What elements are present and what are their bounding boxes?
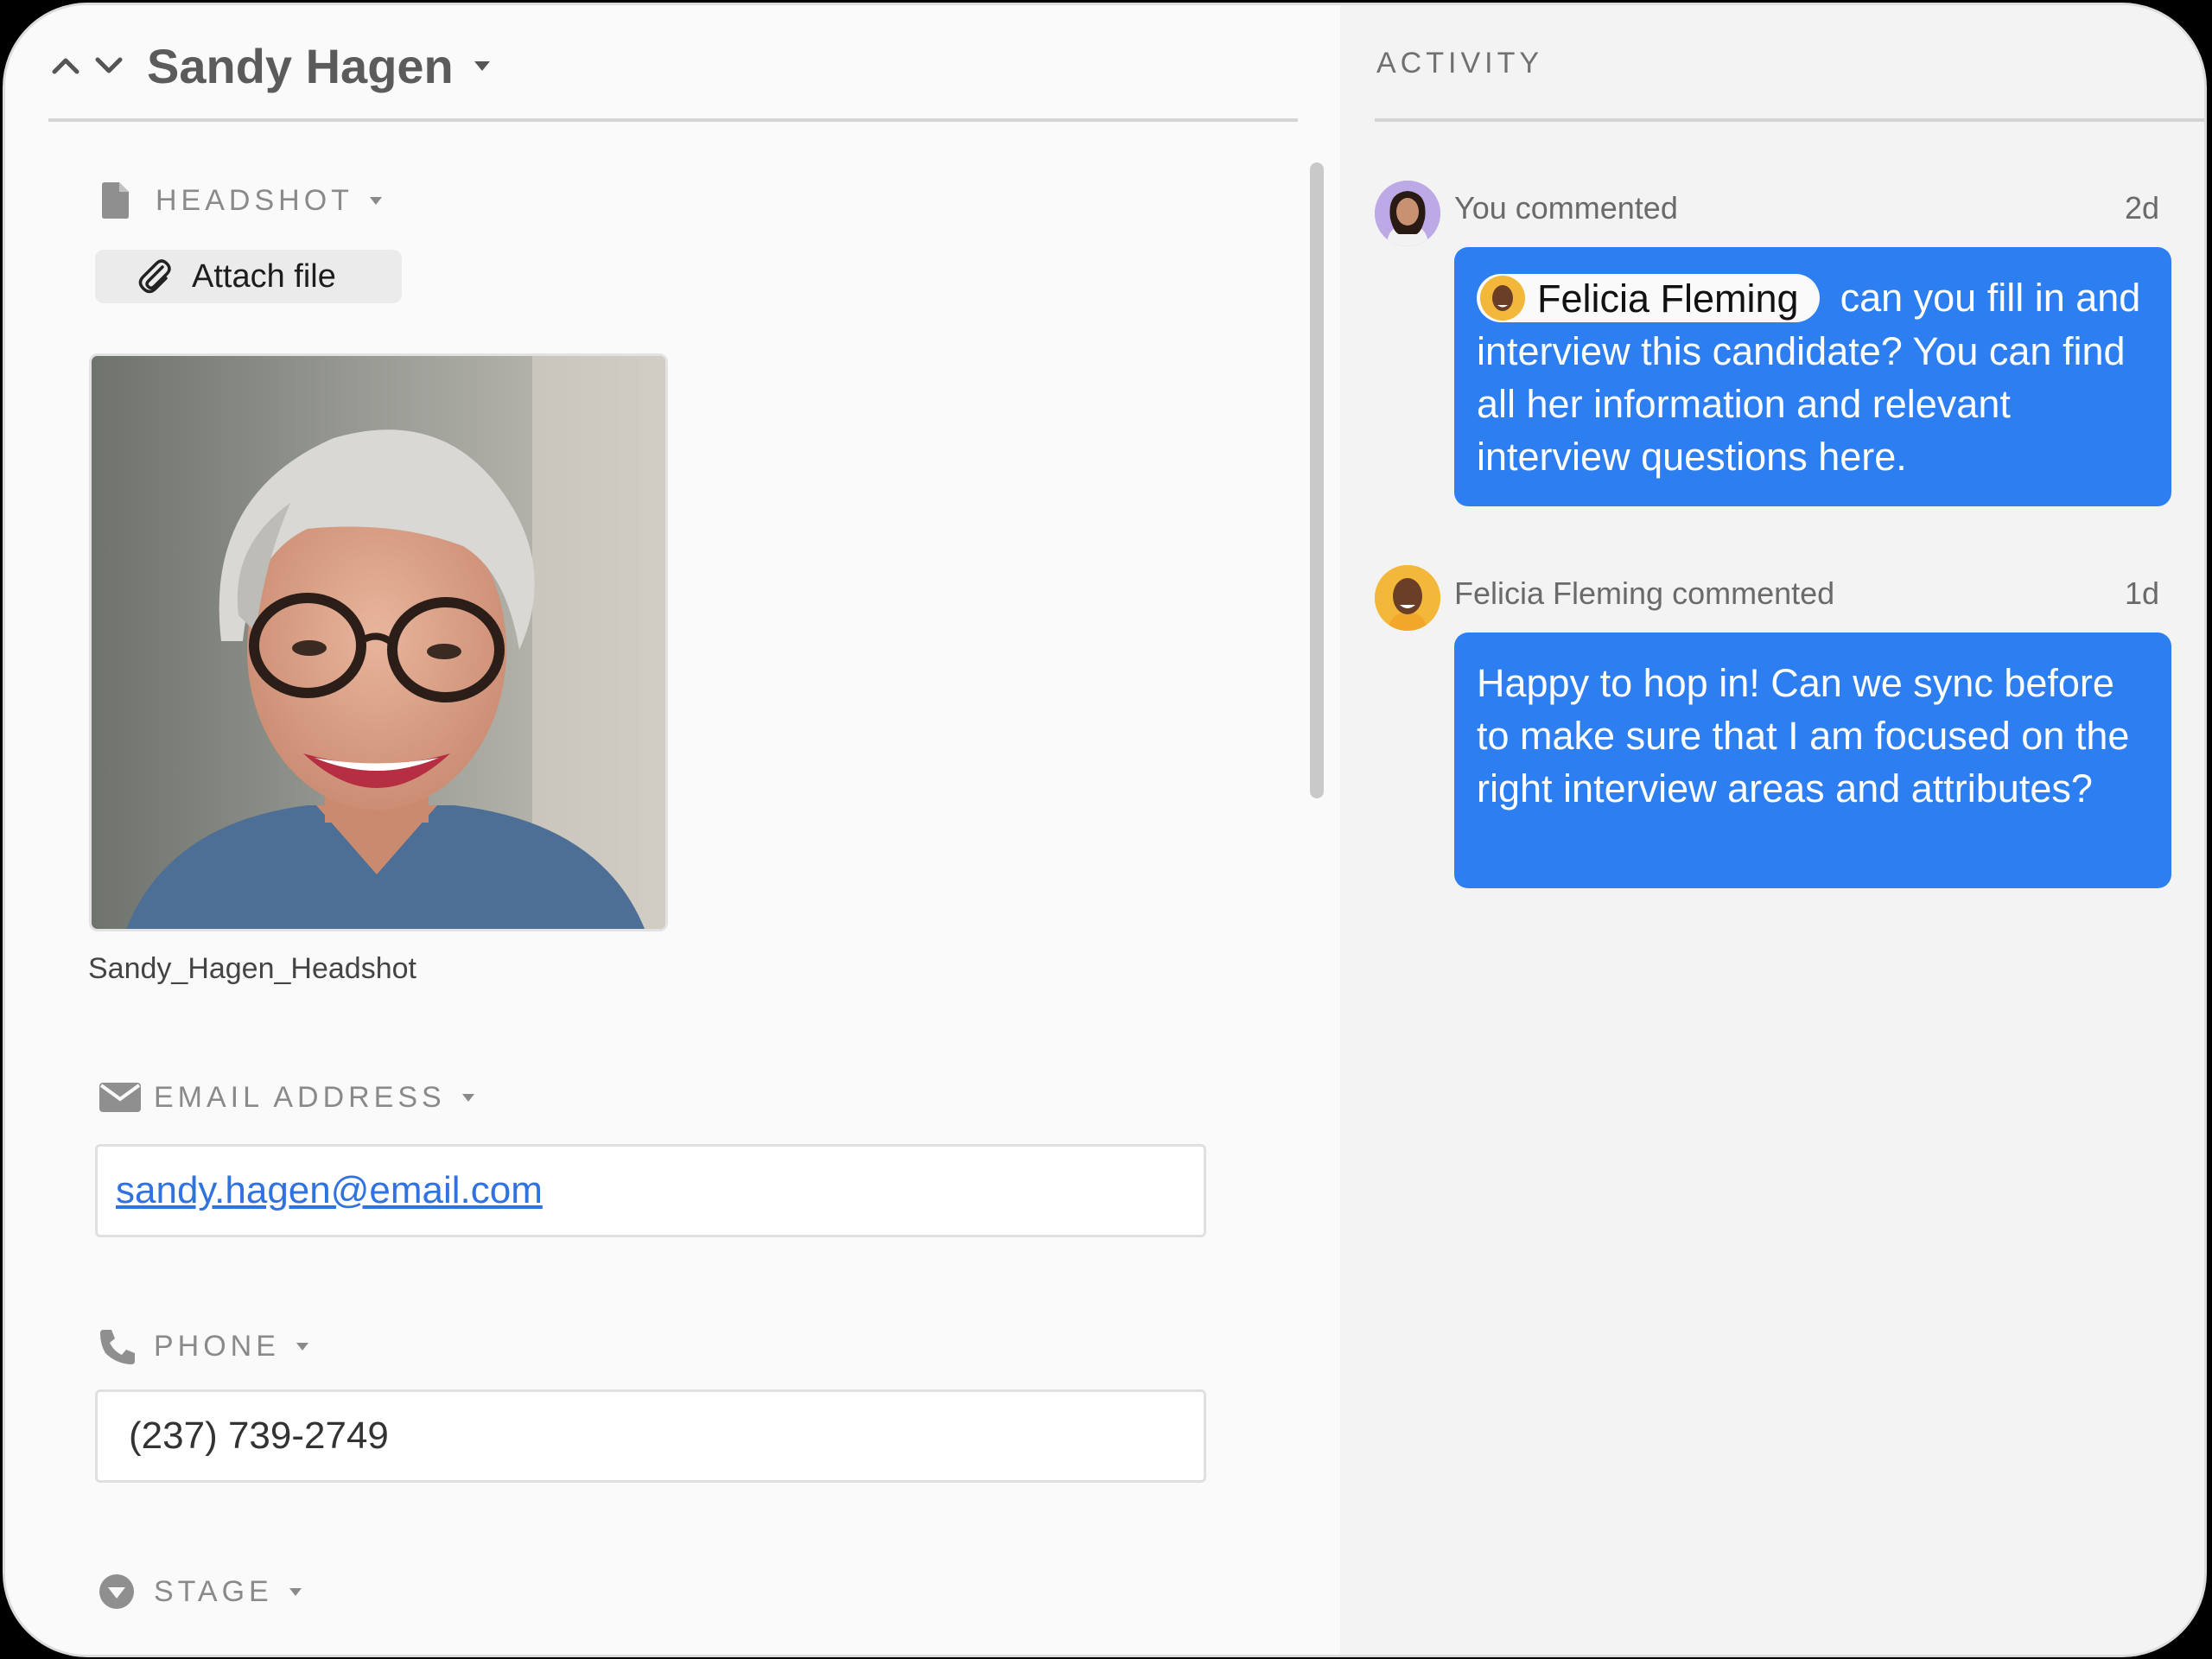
field-label-phone: PHONE	[99, 1327, 309, 1365]
comment-meta: You commented	[1454, 190, 1678, 226]
record-window: Sandy Hagen HEADSHOT Attach file Sandy_H…	[3, 3, 2207, 1657]
attach-file-button[interactable]: Attach file	[95, 250, 402, 303]
chevron-up-icon[interactable]	[47, 47, 85, 85]
comment-time: 1d	[2124, 575, 2159, 611]
activity-pane: ACTIVITY You commented 2d Felicia Flemin…	[1340, 5, 2204, 1655]
mention-name: Felicia Fleming	[1537, 276, 1799, 321]
record-detail-pane: Sandy Hagen HEADSHOT Attach file Sandy_H…	[5, 5, 1340, 1655]
avatar	[1480, 276, 1525, 321]
attach-file-label: Attach file	[192, 257, 336, 295]
comment-text: Happy to hop in! Can we sync before to m…	[1477, 661, 2130, 810]
record-header: Sandy Hagen	[47, 31, 495, 100]
email-field[interactable]: sandy.hagen@email.com	[95, 1144, 1206, 1237]
record-title: Sandy Hagen	[147, 38, 454, 93]
headshot-filename[interactable]: Sandy_Hagen_Headshot	[88, 952, 416, 986]
scrollbar[interactable]	[1310, 162, 1324, 798]
header-divider	[48, 118, 1298, 122]
comment-bubble: Happy to hop in! Can we sync before to m…	[1454, 632, 2171, 888]
comment-meta: Felicia Fleming commented	[1454, 575, 1835, 611]
file-icon	[100, 181, 143, 219]
phone-value: (237) 739-2749	[129, 1414, 389, 1457]
mention-chip[interactable]: Felicia Fleming	[1477, 274, 1820, 323]
title-caret-down-icon[interactable]	[469, 53, 495, 79]
headshot-image[interactable]	[89, 353, 668, 931]
field-label-stage: STAGE	[99, 1573, 302, 1611]
caret-down-icon[interactable]	[369, 195, 383, 206]
caret-down-icon[interactable]	[461, 1092, 475, 1103]
comment-time: 2d	[2124, 190, 2159, 226]
caret-down-icon[interactable]	[289, 1586, 302, 1597]
field-label-text: STAGE	[154, 1574, 273, 1608]
caret-down-icon[interactable]	[296, 1341, 309, 1351]
activity-divider	[1375, 118, 2204, 122]
field-label-text: HEADSHOT	[156, 183, 353, 217]
stage-dropdown-icon	[99, 1573, 142, 1611]
avatar[interactable]	[1375, 181, 1440, 246]
field-label-email: EMAIL ADDRESS	[99, 1078, 475, 1116]
activity-title: ACTIVITY	[1376, 47, 1544, 79]
field-label-text: EMAIL ADDRESS	[154, 1080, 446, 1114]
chevron-down-icon[interactable]	[90, 47, 128, 85]
comment-bubble: Felicia Fleming can you fill in and inte…	[1454, 247, 2171, 506]
phone-field[interactable]: (237) 739-2749	[95, 1389, 1206, 1483]
email-link[interactable]: sandy.hagen@email.com	[116, 1169, 543, 1212]
avatar[interactable]	[1375, 565, 1440, 631]
envelope-icon	[99, 1078, 142, 1116]
phone-icon	[99, 1327, 142, 1365]
field-label-text: PHONE	[154, 1329, 280, 1363]
paperclip-icon	[137, 257, 175, 296]
field-label-headshot: HEADSHOT	[100, 181, 383, 219]
